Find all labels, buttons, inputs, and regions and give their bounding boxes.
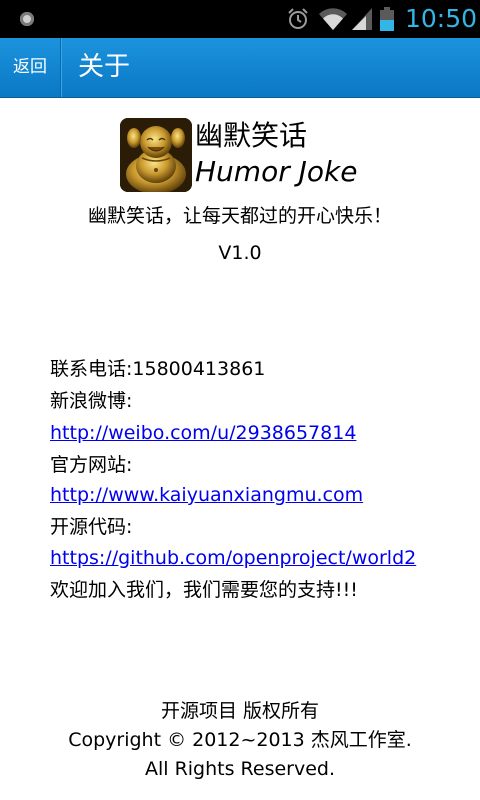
notification-icon — [20, 12, 34, 26]
website-link[interactable]: http://www.kaiyuanxiangmu.com — [50, 481, 363, 509]
alarm-icon — [288, 8, 308, 29]
app-slogan: 幽默笑话，让每天都过的开心快乐！ — [87, 205, 392, 227]
footer-project: 开源项目 版权所有 — [160, 700, 320, 722]
footer-copyright: Copyright © 2012~2013 杰风工作室. — [68, 729, 412, 751]
signal-icon — [352, 8, 372, 30]
source-link[interactable]: https://github.com/openproject/world2 — [50, 544, 416, 572]
weibo-label: 新浪微博: — [50, 390, 133, 412]
laughing-buddha-logo — [120, 118, 192, 192]
status-bar: 10:50 — [0, 0, 480, 38]
page-title: 关于 — [78, 52, 131, 82]
app-version: V1.0 — [218, 242, 262, 264]
contact-phone: 联系电话:15800413861 — [50, 358, 266, 380]
wifi-icon — [319, 8, 347, 30]
app-name-en: Humor Joke — [195, 155, 358, 188]
source-label: 开源代码: — [50, 516, 133, 538]
clock: 10:50 — [405, 4, 478, 33]
footer-rights: All Rights Reserved. — [144, 758, 336, 780]
app-name-cn: 幽默笑话 — [195, 119, 308, 152]
website-label: 官方网站: — [50, 454, 133, 476]
welcome-text: 欢迎加入我们，我们需要您的支持!!! — [50, 579, 358, 601]
title-bar: 返回 关于 — [0, 38, 480, 98]
back-button[interactable]: 返回 — [0, 38, 61, 97]
weibo-link[interactable]: http://weibo.com/u/2938657814 — [50, 419, 356, 447]
battery-icon — [380, 7, 394, 31]
